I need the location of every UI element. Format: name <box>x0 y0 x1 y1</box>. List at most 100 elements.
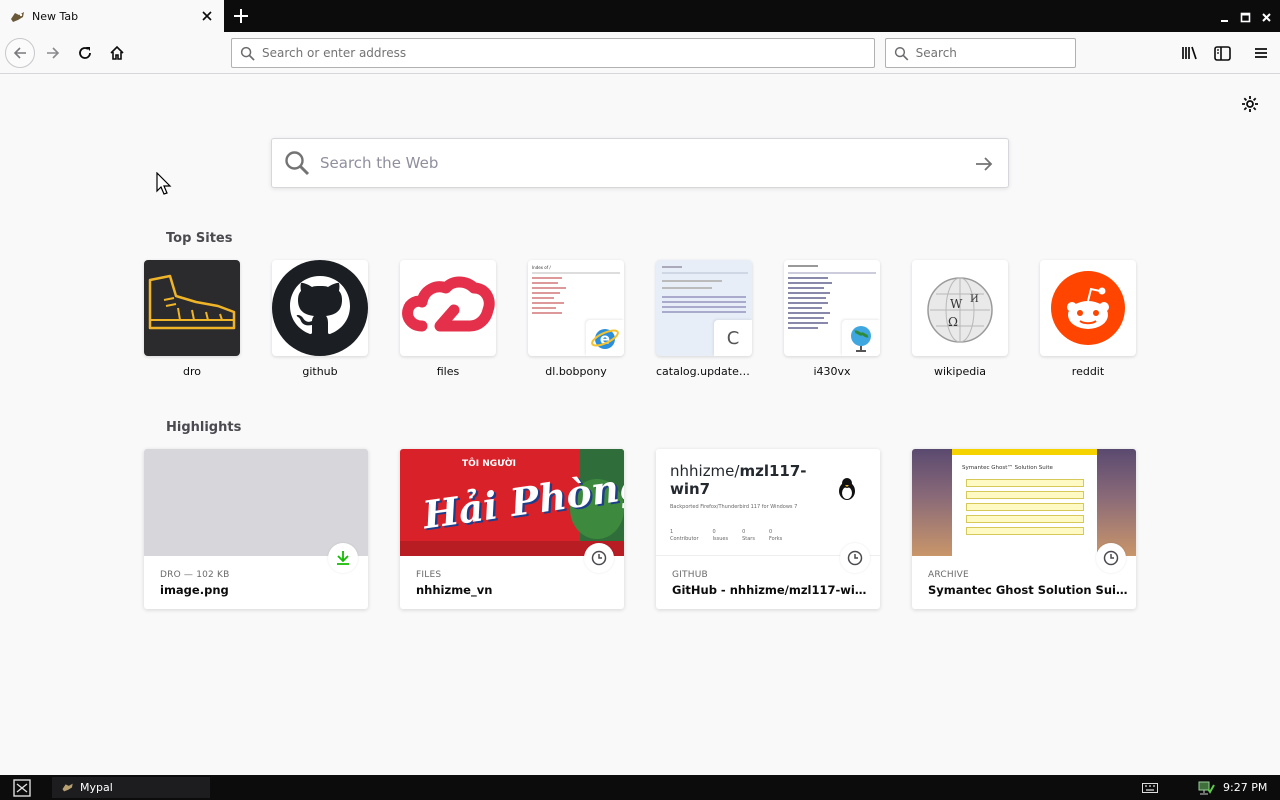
site-thumbnail: Index of / e <box>528 260 624 356</box>
cloud-logo-icon <box>402 276 495 332</box>
repo-name: nhhizme/mzl117- win7 <box>670 462 807 498</box>
close-icon[interactable] <box>200 9 214 23</box>
search-input[interactable] <box>915 46 1075 60</box>
svg-text:W: W <box>950 297 963 311</box>
clock: 9:27 PM <box>1223 781 1268 794</box>
repo-description: Backported Firefox/Thunderbird 117 for W… <box>670 504 798 510</box>
repo-stats: 1 Contributor 0 Issues 0 Stars 0 Forks <box>670 529 782 543</box>
reload-button[interactable] <box>70 38 100 68</box>
web-search-input[interactable] <box>320 154 940 172</box>
top-site-catalog-update[interactable]: C catalog.update.mi... <box>656 260 752 378</box>
stat-value: 0 <box>742 529 746 535</box>
stat-value: 1 <box>670 529 674 535</box>
card-context: FILES <box>416 570 442 580</box>
library-icon <box>1182 46 1197 60</box>
favicon-badge: e <box>586 320 624 356</box>
forward-button[interactable] <box>38 38 68 68</box>
start-menu-icon[interactable] <box>13 779 31 797</box>
home-icon <box>110 45 124 60</box>
card-badge <box>328 543 358 573</box>
search-icon <box>240 46 255 61</box>
arrow-right-icon[interactable] <box>974 154 994 174</box>
github-logo-icon <box>272 260 368 356</box>
sidebar-icon <box>1213 45 1231 61</box>
card-badge <box>1096 543 1126 573</box>
top-site-github[interactable]: github <box>272 260 368 378</box>
repo-title-cont: win7 <box>670 480 711 498</box>
close-window-button[interactable] <box>1261 8 1272 22</box>
clock-icon <box>847 550 863 566</box>
boot-icon <box>148 274 236 330</box>
sidebar-button[interactable] <box>1212 43 1232 63</box>
menu-button[interactable] <box>1251 43 1271 63</box>
highlight-card[interactable]: nhhizme/mzl117- win7 Backported Firefox/… <box>656 449 880 609</box>
library-button[interactable] <box>1180 43 1200 63</box>
address-input[interactable] <box>262 46 833 60</box>
site-label: dl.bobpony <box>545 365 607 378</box>
back-button[interactable] <box>5 38 35 68</box>
top-site-files[interactable]: files <box>400 260 496 378</box>
site-label: i430vx <box>813 365 851 378</box>
favicon-badge <box>842 320 880 356</box>
address-bar[interactable] <box>231 38 875 68</box>
top-sites-grid: dro github files Index of / e dl.bobpony… <box>144 260 1144 380</box>
arrow-left-icon <box>13 47 26 59</box>
minimize-icon <box>1221 20 1228 22</box>
gear-icon[interactable] <box>1241 95 1259 113</box>
clock-icon <box>591 550 607 566</box>
card-context: DRO — 102 KB <box>160 570 230 580</box>
repo-title: mzl117- <box>739 462 807 480</box>
top-site-dro[interactable]: dro <box>144 260 240 378</box>
tab-new-tab[interactable]: New Tab <box>0 0 224 33</box>
new-tab-button[interactable] <box>230 6 252 26</box>
card-preview: TÔI NGƯỜI Hải Phòng <box>400 449 624 556</box>
close-icon <box>1262 13 1271 22</box>
download-icon <box>337 551 349 565</box>
card-preview: nhhizme/mzl117- win7 Backported Firefox/… <box>656 449 880 556</box>
arrow-right-icon <box>47 47 60 59</box>
highlight-card[interactable]: DRO — 102 KB image.png <box>144 449 368 609</box>
card-context: GITHUB <box>672 570 708 580</box>
stat-label: Stars <box>742 536 755 542</box>
card-preview <box>144 449 368 556</box>
site-label: catalog.update.mi... <box>656 365 752 378</box>
top-site-wikipedia[interactable]: W И Ω wikipedia <box>912 260 1008 378</box>
card-badge <box>584 543 614 573</box>
letter-c-icon: C <box>726 327 740 349</box>
search-bar[interactable] <box>885 38 1076 68</box>
home-button[interactable] <box>102 38 132 68</box>
keyboard-icon[interactable] <box>1142 783 1158 793</box>
clock-icon <box>1103 550 1119 566</box>
search-icon <box>285 151 310 176</box>
top-site-reddit[interactable]: reddit <box>1040 260 1136 378</box>
minimize-button[interactable] <box>1219 8 1230 22</box>
taskbar-item-mypal[interactable]: Mypal <box>52 777 210 798</box>
favicon-badge: C <box>714 320 752 356</box>
window-controls <box>1219 8 1272 23</box>
repo-stat: 1 Contributor <box>670 529 699 543</box>
highlights-heading: Highlights <box>166 420 242 435</box>
network-icon[interactable] <box>1197 780 1215 796</box>
web-search-box[interactable] <box>271 138 1009 188</box>
site-thumbnail <box>272 260 368 356</box>
wikipedia-globe-icon: W И Ω <box>927 277 993 343</box>
top-site-dl-bobpony[interactable]: Index of / e dl.bobpony <box>528 260 624 378</box>
highlight-card[interactable]: TÔI NGƯỜI Hải Phòng FILES nhhizme_vn <box>400 449 624 609</box>
svg-text:Ω: Ω <box>948 315 958 329</box>
stat-label: Forks <box>768 536 783 542</box>
reddit-logo-icon <box>1051 271 1125 345</box>
svg-text:И: И <box>970 294 979 305</box>
card-title: image.png <box>160 583 229 597</box>
highlight-card[interactable]: Symantec Ghost™ Solution Suite ARCHIVE S… <box>912 449 1136 609</box>
top-site-i430vx[interactable]: i430vx <box>784 260 880 378</box>
top-sites-heading: Top Sites <box>166 231 233 246</box>
navigation-toolbar <box>0 32 1280 74</box>
maximize-icon <box>1240 12 1251 23</box>
card-title: Symantec Ghost Solution Suite (... <box>928 583 1128 597</box>
site-thumbnail <box>784 260 880 356</box>
stat-value: 0 <box>768 529 773 535</box>
penguin-avatar-icon <box>839 478 855 500</box>
maximize-button[interactable] <box>1240 8 1251 23</box>
card-title: nhhizme_vn <box>416 583 493 597</box>
reload-icon <box>79 47 91 59</box>
